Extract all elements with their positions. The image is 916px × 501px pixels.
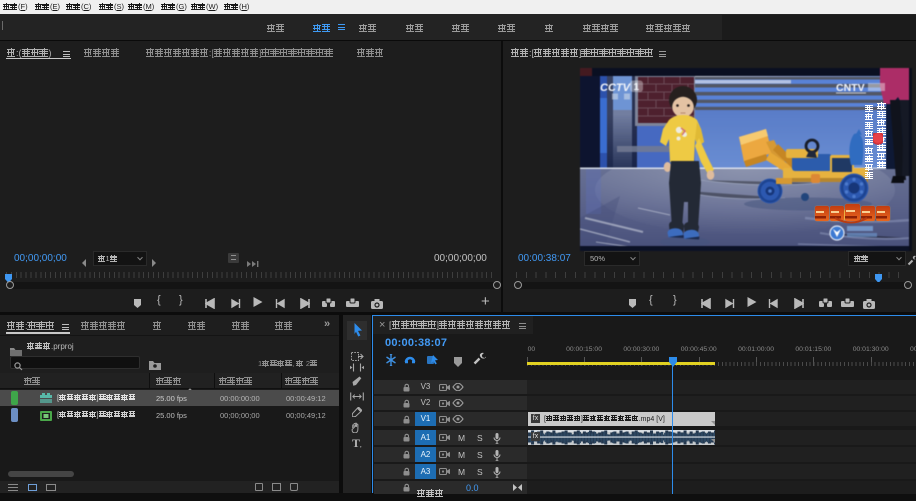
svg-text:1: 1 <box>634 82 640 93</box>
svg-text:CNTV: CNTV <box>836 82 865 94</box>
svg-text:CCTV: CCTV <box>600 82 632 94</box>
